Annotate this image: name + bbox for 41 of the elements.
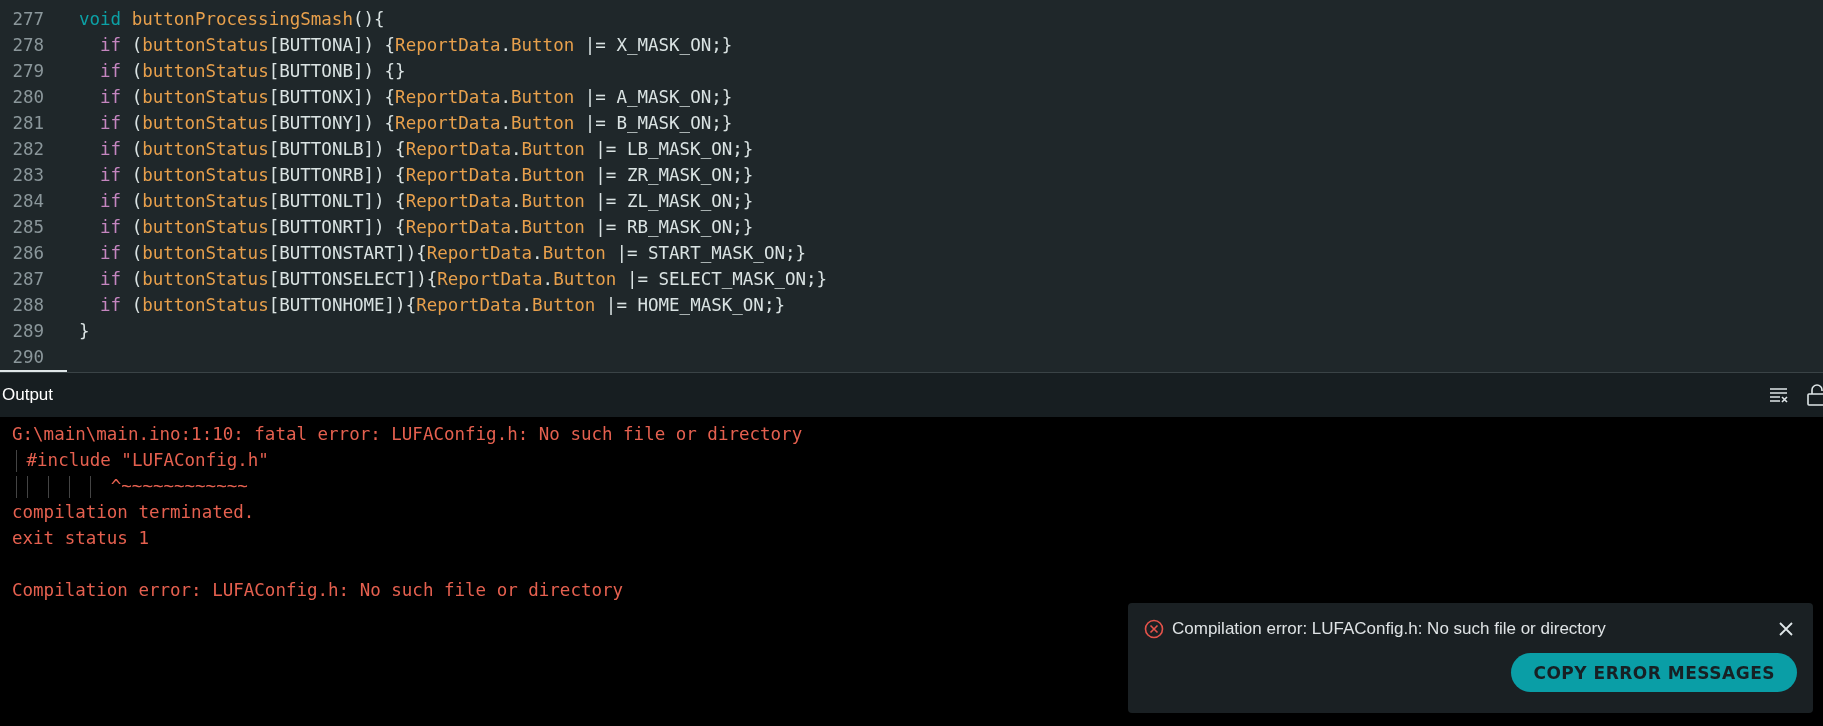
line-number: 282	[11, 139, 44, 159]
clear-output-icon[interactable]	[1769, 387, 1789, 403]
output-line: ^~~~~~~~~~~~~	[12, 476, 248, 496]
code-line: if (buttonStatus[BUTTONX]) {ReportData.Button |= A_MASK_ON;}	[99, 87, 733, 107]
line-number: 279	[11, 61, 44, 81]
code-line: if (buttonStatus[BUTTONLB]) {ReportData.Button |= LB_MASK_ON;}	[99, 139, 754, 159]
output-line: compilation terminated.	[12, 502, 255, 522]
line-number: 289	[11, 321, 44, 341]
line-number: 280	[11, 87, 44, 107]
copy-error-messages-button[interactable]: COPY ERROR MESSAGES	[1511, 653, 1797, 692]
line-number: 277	[11, 9, 44, 29]
line-number: 284	[11, 191, 44, 211]
code-line: void buttonProcessingSmash(){	[79, 9, 385, 29]
line-number: 290	[11, 347, 44, 367]
line-number: 281	[11, 113, 44, 133]
code-line: if (buttonStatus[BUTTONHOME]){ReportData.Button |= HOME_MASK_ON;}	[99, 295, 785, 315]
code-line: if (buttonStatus[BUTTONB]) {}	[99, 61, 406, 81]
error-icon	[1144, 619, 1164, 639]
line-number: 278	[11, 35, 44, 55]
close-icon[interactable]	[1779, 622, 1793, 636]
output-line: G:\main\main.ino:1:10: fatal error: LUFAConfig.h: No such file or directory	[12, 424, 803, 444]
code-line: if (buttonStatus[BUTTONLT]) {ReportData.Button |= ZL_MASK_ON;}	[99, 191, 754, 211]
code-line: if (buttonStatus[BUTTONSTART]){ReportData.Button |= START_MASK_ON;}	[99, 243, 807, 263]
code-line: }	[79, 321, 90, 341]
code-line: if (buttonStatus[BUTTONY]) {ReportData.Button |= B_MASK_ON;}	[99, 113, 733, 133]
line-number: 285	[11, 217, 44, 237]
panel-title: Output	[2, 385, 54, 405]
output-line: #include "LUFAConfig.h"	[12, 450, 269, 470]
code-line: if (buttonStatus[BUTTONA]) {ReportData.Button |= X_MASK_ON;}	[99, 35, 733, 55]
output-line: exit status 1	[12, 528, 149, 548]
line-number: 283	[11, 165, 44, 185]
notification-message: Compilation error: LUFAConfig.h: No such file or directory	[1172, 619, 1607, 639]
code-line: if (buttonStatus[BUTTONRT]) {ReportData.Button |= RB_MASK_ON;}	[99, 217, 754, 237]
output-line: Compilation error: LUFAConfig.h: No such file or directory	[12, 580, 624, 600]
code-editor[interactable]	[0, 0, 1823, 372]
line-number: 288	[11, 295, 44, 315]
code-line: if (buttonStatus[BUTTONSELECT]){ReportData.Button |= SELECT_MASK_ON;}	[99, 269, 828, 289]
code-line: if (buttonStatus[BUTTONRB]) {ReportData.Button |= ZR_MASK_ON;}	[99, 165, 754, 185]
line-number: 287	[11, 269, 44, 289]
unlock-icon[interactable]	[1807, 384, 1823, 406]
line-number: 286	[11, 243, 44, 263]
